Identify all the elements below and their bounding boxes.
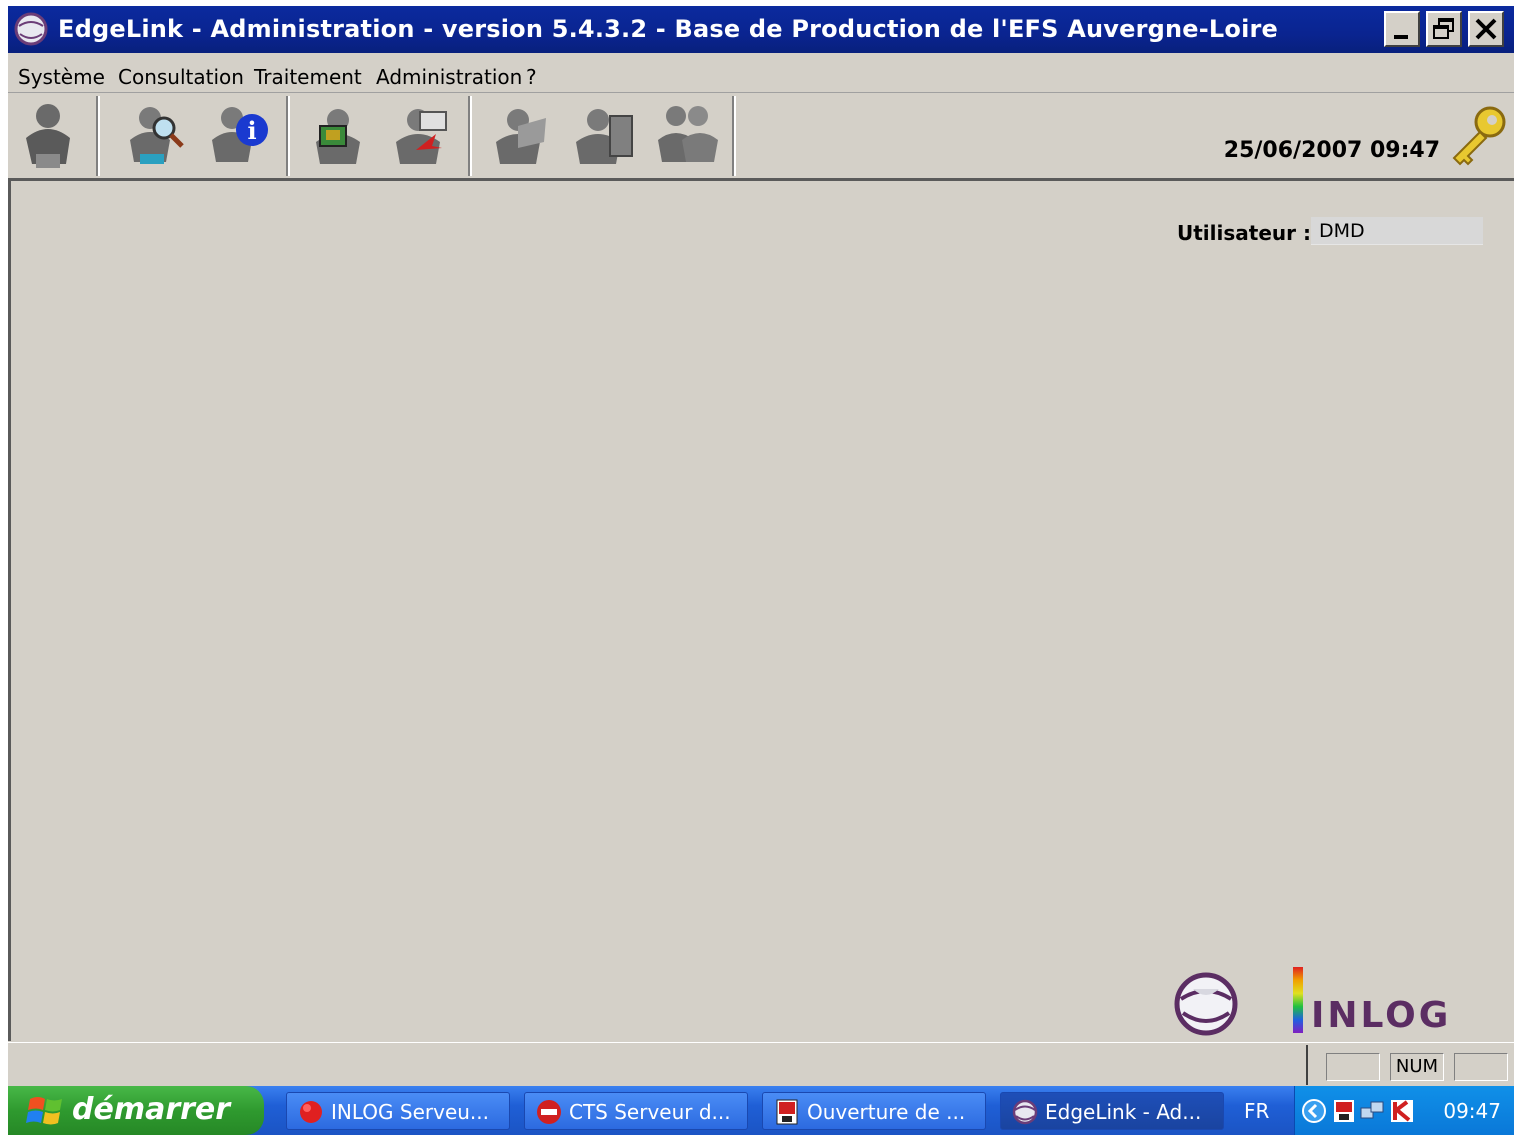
- toolbar-person-button[interactable]: [14, 98, 86, 172]
- status-bar: NUM: [8, 1042, 1514, 1087]
- taskbar-item-cts-server[interactable]: CTS Serveur d...: [524, 1092, 748, 1130]
- main-content-area: Utilisateur : DMD INLOG: [8, 181, 1514, 1041]
- application-window: EdgeLink - Administration - version 5.4.…: [8, 6, 1514, 1086]
- toolbar-separator: [468, 96, 472, 176]
- group-person-icon: [658, 106, 718, 162]
- status-panel-num: NUM: [1390, 1053, 1444, 1081]
- toolbar-info-button[interactable]: i: [206, 98, 278, 172]
- status-divider: [1306, 1045, 1308, 1085]
- network-icon[interactable]: [1359, 1098, 1385, 1124]
- status-panel-scroll: [1454, 1053, 1508, 1081]
- red-window-icon: [776, 1099, 798, 1125]
- menu-administration[interactable]: Administration: [376, 65, 522, 89]
- toolbar-screen-button[interactable]: [302, 98, 374, 172]
- tray-app-icon[interactable]: [1331, 1098, 1357, 1124]
- close-button[interactable]: [1468, 11, 1504, 47]
- inlog-logo: INLOG: [1291, 965, 1481, 1039]
- taskbar-item-label: Ouverture de ...: [807, 1100, 966, 1124]
- toolbar: i 25/06/2007 09:47: [8, 94, 1514, 181]
- taskbar-item-inlog-server[interactable]: INLOG Serveu...: [286, 1092, 510, 1130]
- taskbar-item-ouverture[interactable]: Ouverture de ...: [762, 1092, 986, 1130]
- title-bar[interactable]: EdgeLink - Administration - version 5.4.…: [8, 6, 1514, 53]
- minimize-button[interactable]: [1384, 11, 1420, 47]
- person-icon: [26, 104, 70, 168]
- taskbar-item-edgelink[interactable]: EdgeLink - Ad...: [1000, 1092, 1224, 1130]
- language-indicator[interactable]: FR: [1244, 1099, 1269, 1123]
- start-label: démarrer: [72, 1092, 231, 1127]
- toolbar-separator: [96, 96, 100, 176]
- inlog-logo-text: INLOG: [1311, 995, 1452, 1036]
- folder-person-icon: [496, 109, 546, 164]
- inlog-server-icon: [300, 1101, 322, 1123]
- svg-text:i: i: [247, 116, 256, 145]
- restore-icon: [1433, 18, 1454, 39]
- taskbar-item-label: INLOG Serveu...: [331, 1100, 489, 1124]
- toolbar-server-button[interactable]: [568, 98, 640, 172]
- user-field: DMD: [1311, 217, 1483, 245]
- cts-icon: [537, 1100, 561, 1124]
- edgelink-globe-logo-icon: [1174, 972, 1238, 1036]
- windows-taskbar: démarrer INLOG Serveu... CTS Serveur d..…: [8, 1086, 1514, 1135]
- edgelink-globe-icon: [1012, 1099, 1038, 1125]
- taskbar-clock: 09:47: [1443, 1099, 1501, 1123]
- key-icon[interactable]: [1446, 100, 1510, 170]
- restore-button[interactable]: [1426, 11, 1462, 47]
- menu-traitement[interactable]: Traitement: [254, 65, 362, 89]
- current-datetime: 25/06/2007 09:47: [1223, 138, 1440, 163]
- toolbar-send-button[interactable]: [386, 98, 458, 172]
- menu-consultation[interactable]: Consultation: [118, 65, 244, 89]
- inlog-rainbow-bar-icon: [1293, 967, 1303, 1033]
- start-button[interactable]: démarrer: [8, 1086, 264, 1135]
- window-title: EdgeLink - Administration - version 5.4.…: [58, 15, 1279, 43]
- taskbar-item-label: CTS Serveur d...: [569, 1100, 731, 1124]
- send-person-icon: [396, 109, 447, 164]
- info-person-icon: i: [212, 107, 268, 162]
- user-label: Utilisateur :: [1177, 221, 1311, 245]
- search-person-icon: [130, 107, 184, 164]
- menu-systeme[interactable]: Système: [18, 65, 105, 89]
- system-tray: 09:47: [1294, 1086, 1514, 1135]
- close-icon: [1475, 18, 1497, 40]
- menu-help[interactable]: ?: [526, 65, 537, 89]
- minimize-icon: [1394, 35, 1408, 39]
- status-panel-caps: [1326, 1053, 1380, 1081]
- toolbar-search-button[interactable]: [120, 98, 192, 172]
- menu-bar: Système Consultation Traitement Administ…: [8, 54, 1514, 93]
- toolbar-separator: [286, 96, 290, 176]
- edgelink-globe-icon[interactable]: [14, 12, 48, 46]
- server-person-icon: [576, 109, 633, 164]
- windows-logo-icon: [26, 1097, 62, 1125]
- screen-person-icon: [316, 109, 360, 164]
- toolbar-separator: [732, 96, 736, 176]
- toolbar-folder-button[interactable]: [484, 98, 556, 172]
- taskbar-item-label: EdgeLink - Ad...: [1045, 1100, 1202, 1124]
- toolbar-group-button[interactable]: [652, 98, 724, 172]
- tray-expand-icon[interactable]: [1301, 1098, 1327, 1124]
- antivirus-icon[interactable]: [1389, 1098, 1415, 1124]
